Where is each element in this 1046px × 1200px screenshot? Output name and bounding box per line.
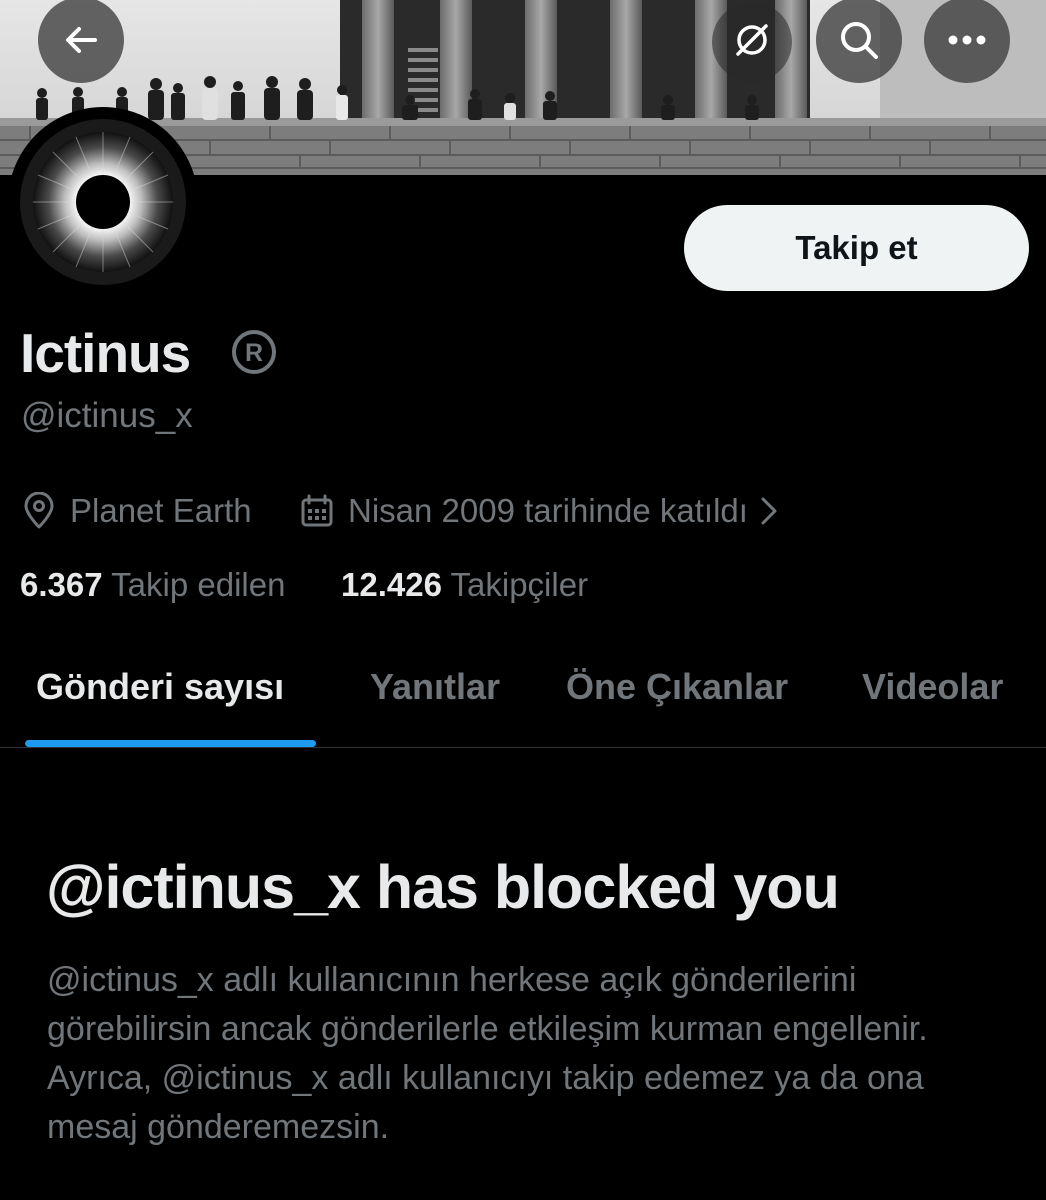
avatar[interactable] — [8, 107, 198, 297]
profile-location: Planet Earth — [22, 490, 252, 532]
joined-text: Nisan 2009 tarihinde katıldı — [348, 492, 748, 529]
registered-mark-icon: R — [230, 328, 278, 376]
location-text: Planet Earth — [70, 492, 252, 529]
slashed-circle-icon — [731, 19, 773, 66]
arrow-left-icon — [61, 20, 101, 60]
followers-label: Takipçiler — [450, 566, 589, 603]
follow-button[interactable]: Takip et — [684, 205, 1029, 291]
profile-joined[interactable]: Nisan 2009 tarihinde katıldı — [300, 490, 778, 532]
active-tab-indicator — [25, 740, 316, 747]
followers-count: 12.426 — [341, 566, 442, 603]
following-stat[interactable]: 6.367 Takip edilen — [20, 566, 285, 604]
more-horizontal-icon — [947, 34, 987, 46]
tab-posts[interactable]: Gönderi sayısı — [36, 666, 284, 708]
calendar-icon — [300, 494, 334, 528]
more-button[interactable] — [924, 0, 1010, 83]
profile-handle: @ictinus_x — [21, 396, 193, 435]
search-button[interactable] — [816, 0, 902, 83]
tabs-divider — [0, 747, 1046, 748]
display-name: Ictinus — [20, 322, 191, 384]
avatar-image — [20, 119, 186, 285]
blocked-description: @ictinus_x adlı kullanıcının herkese açı… — [47, 961, 928, 1146]
following-label: Takip edilen — [111, 566, 286, 603]
grok-button[interactable] — [712, 2, 792, 82]
svg-text:R: R — [245, 339, 263, 367]
chevron-right-icon — [760, 496, 778, 526]
location-pin-icon — [22, 492, 56, 530]
tab-highlights[interactable]: Öne Çıkanlar — [566, 666, 788, 708]
tab-replies[interactable]: Yanıtlar — [370, 666, 500, 708]
following-count: 6.367 — [20, 566, 103, 603]
blocked-title: @ictinus_x has blocked you — [46, 853, 840, 921]
tab-videos[interactable]: Videolar — [862, 666, 1003, 708]
back-button[interactable] — [38, 0, 124, 83]
followers-stat[interactable]: 12.426 Takipçiler — [341, 566, 588, 604]
search-icon — [837, 18, 881, 62]
